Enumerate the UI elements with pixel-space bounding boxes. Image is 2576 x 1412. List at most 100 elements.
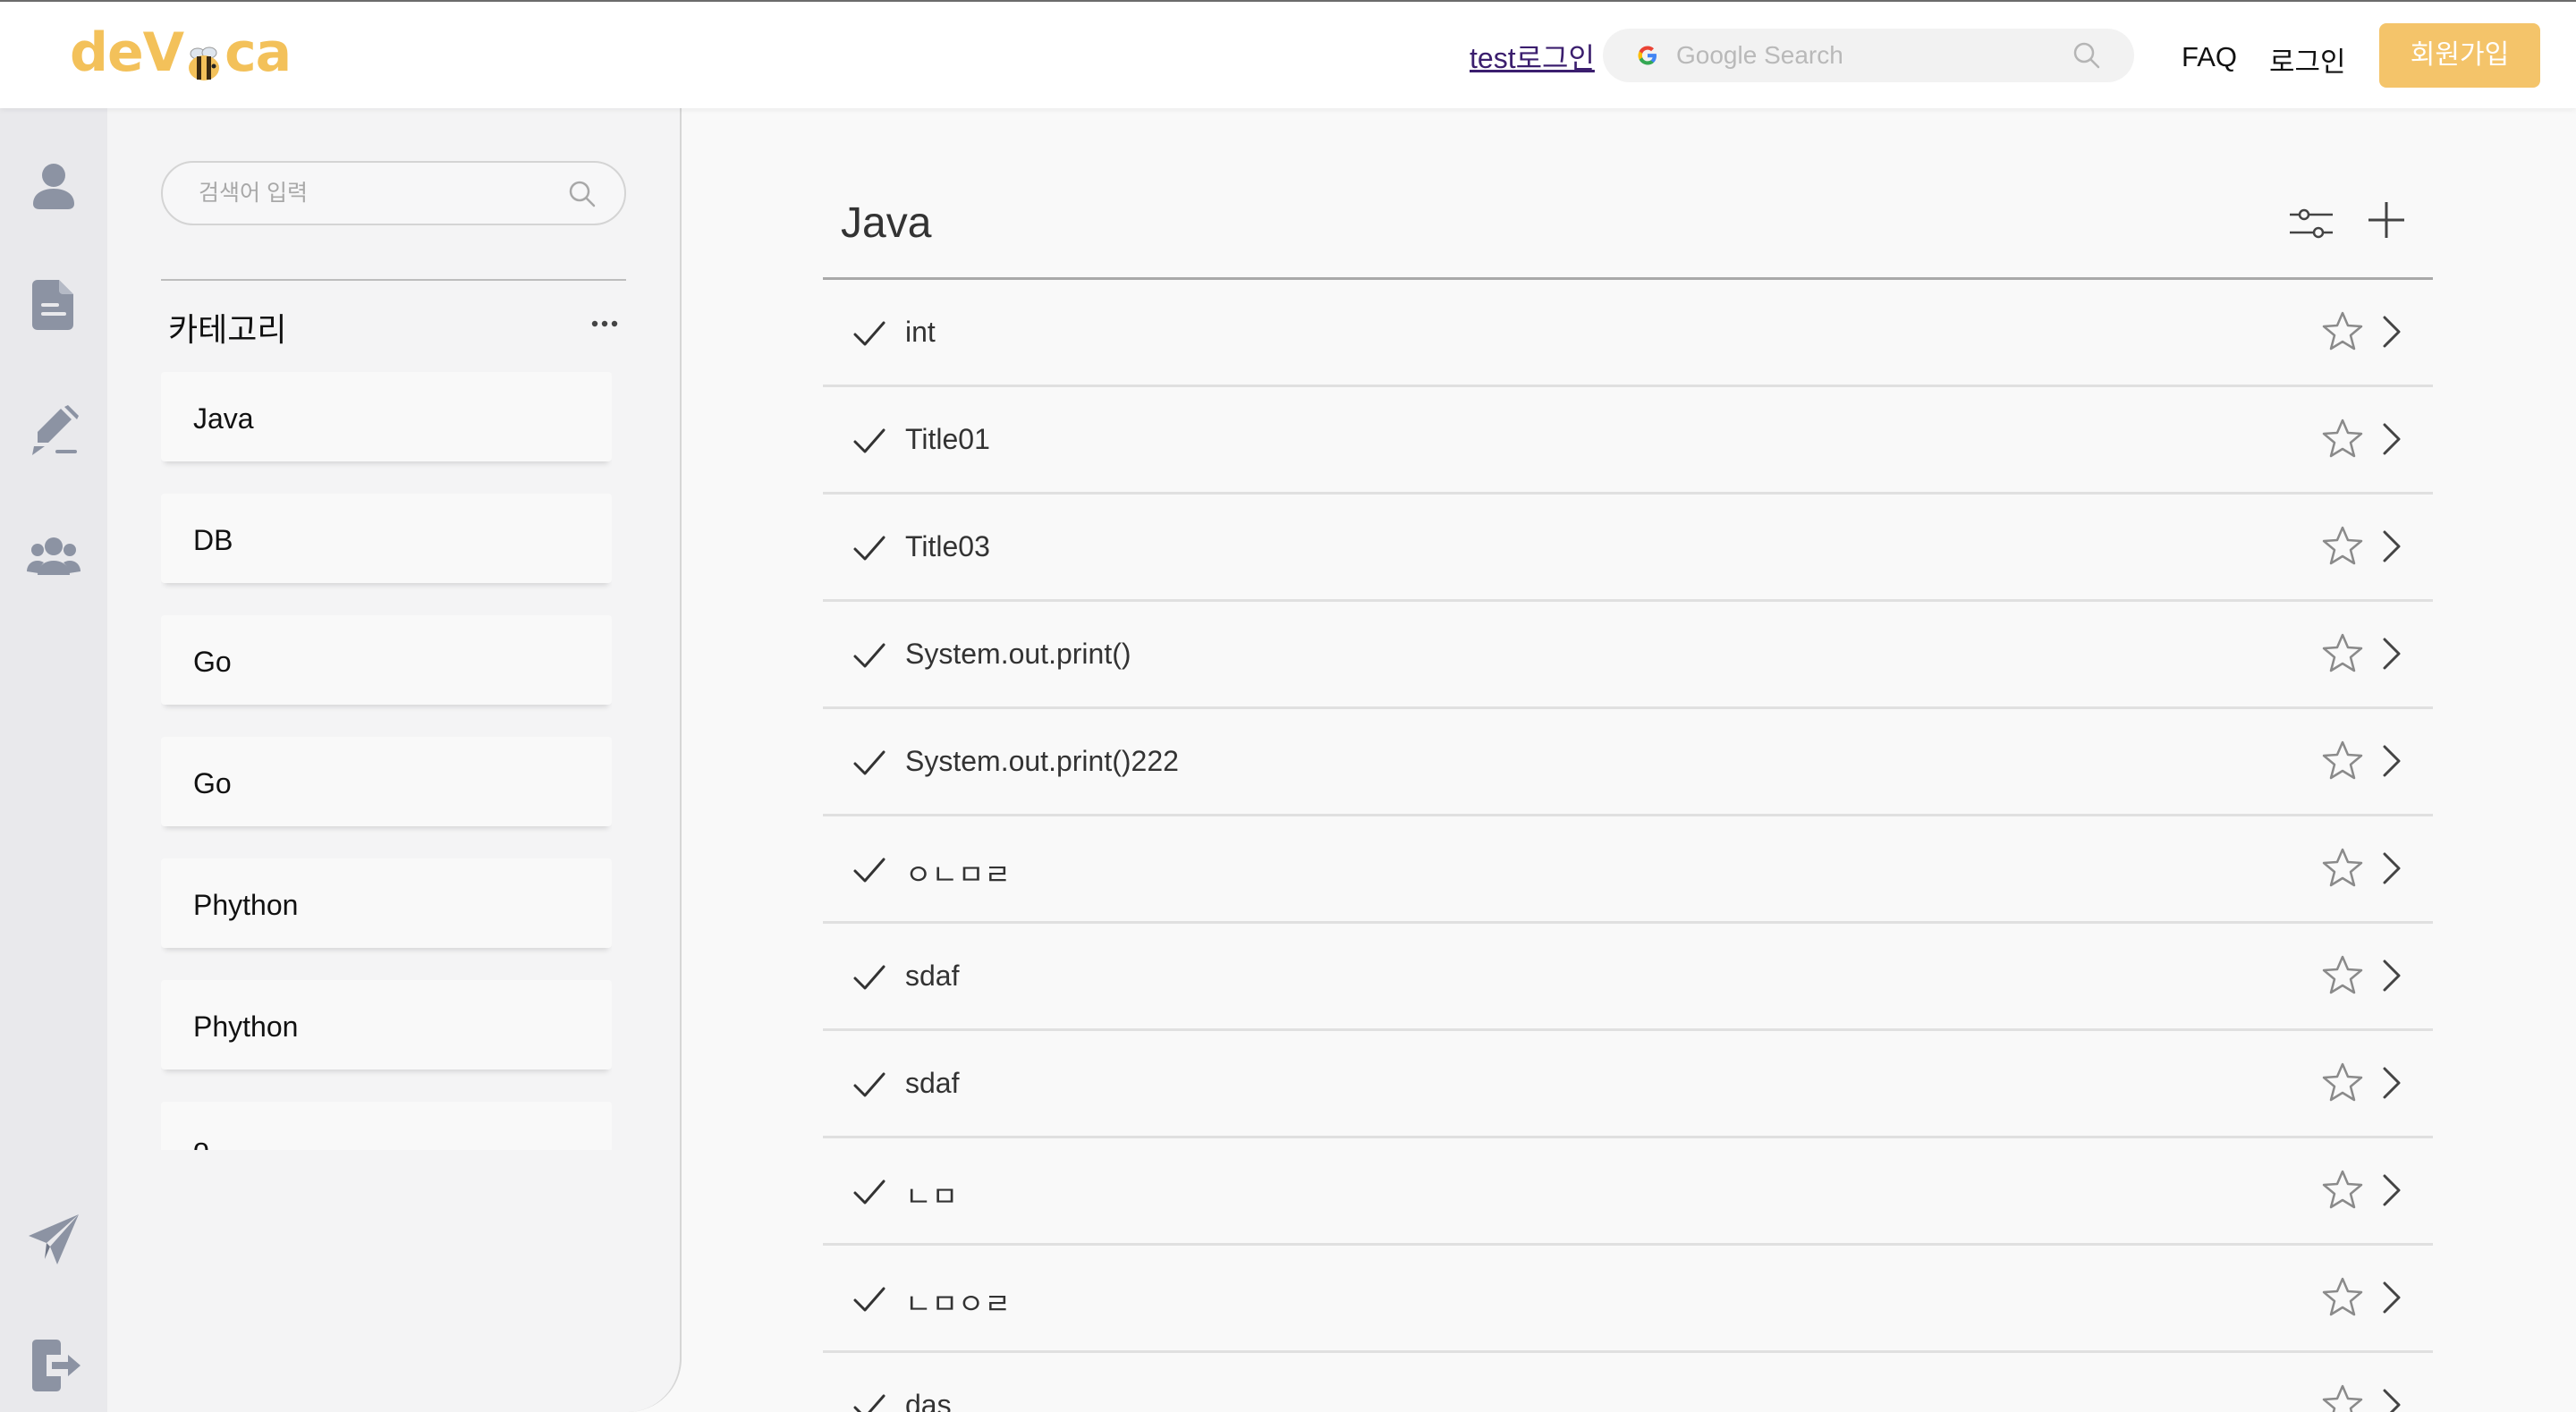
word-row[interactable]: int [823, 280, 2433, 387]
word-row[interactable]: System.out.print() [823, 602, 2433, 709]
word-term: System.out.print()222 [905, 745, 1179, 777]
word-row[interactable]: sdaf [823, 924, 2433, 1031]
devoca-logo[interactable]: deV ca [70, 21, 292, 84]
star-icon[interactable] [2322, 847, 2363, 888]
word-term: sdaf [905, 960, 960, 992]
category-divider [161, 279, 626, 281]
logo-text-left: deV [70, 21, 184, 84]
check-icon[interactable] [852, 1389, 887, 1412]
word-row[interactable]: ㄴㅁㅇㄹ [823, 1246, 2433, 1353]
group-icon[interactable] [25, 528, 82, 586]
category-label: DB [193, 524, 233, 556]
icon-rail [0, 108, 107, 1412]
filter-icon[interactable] [2286, 199, 2336, 249]
word-row[interactable]: das [823, 1353, 2433, 1412]
check-icon[interactable] [852, 423, 887, 459]
word-term: ㅇㄴㅁㄹ [905, 858, 1011, 891]
word-row[interactable]: Title03 [823, 495, 2433, 602]
category-list: Java DB Go Go Phython Phython o [161, 372, 612, 1150]
star-icon[interactable] [2322, 632, 2363, 673]
category-search-input[interactable] [199, 175, 556, 211]
chevron-right-icon[interactable] [2377, 1385, 2406, 1412]
word-row[interactable]: System.out.print()222 [823, 709, 2433, 816]
document-icon[interactable] [25, 276, 82, 334]
signup-button[interactable]: 회원가입 [2379, 23, 2540, 88]
bee-icon [184, 35, 224, 80]
star-icon[interactable] [2322, 525, 2363, 566]
category-item[interactable]: Go [161, 615, 612, 705]
category-label: Go [193, 646, 232, 678]
nav-login-link[interactable]: 로그인 [2269, 39, 2346, 80]
star-icon[interactable] [2322, 1061, 2363, 1103]
user-icon[interactable] [25, 157, 82, 215]
check-icon[interactable] [852, 852, 887, 888]
chevron-right-icon[interactable] [2377, 634, 2406, 673]
category-item[interactable]: Java [161, 372, 612, 461]
google-search-input[interactable] [1676, 36, 2052, 75]
star-icon[interactable] [2322, 740, 2363, 781]
top-header: deV ca test로그인 FAQ 로그인 회원가입 [0, 0, 2576, 108]
word-row[interactable]: ㄴㅁ [823, 1138, 2433, 1246]
page-title: Java [841, 199, 932, 247]
send-icon[interactable] [25, 1211, 82, 1268]
chevron-right-icon[interactable] [2377, 527, 2406, 566]
category-search-bar[interactable] [161, 161, 626, 225]
add-icon[interactable] [2363, 197, 2410, 243]
logo-text-right: ca [225, 21, 292, 84]
google-search-bar[interactable] [1603, 29, 2134, 82]
word-list: int Title01 Title03 System.out.print() S… [823, 280, 2433, 1412]
check-icon[interactable] [852, 316, 887, 351]
check-icon[interactable] [852, 530, 887, 566]
category-item[interactable]: Phython [161, 980, 612, 1070]
star-icon[interactable] [2322, 954, 2363, 995]
category-label: Phython [193, 1010, 299, 1043]
nav-faq-link[interactable]: FAQ [2182, 41, 2237, 73]
star-icon[interactable] [2322, 1276, 2363, 1317]
check-icon[interactable] [852, 1174, 887, 1210]
chevron-right-icon[interactable] [2377, 1278, 2406, 1317]
logout-icon[interactable] [25, 1337, 82, 1394]
check-icon[interactable] [852, 1281, 887, 1317]
chevron-right-icon[interactable] [2377, 1063, 2406, 1103]
word-term: System.out.print() [905, 638, 1131, 670]
word-row[interactable]: ㅇㄴㅁㄹ [823, 816, 2433, 924]
category-label: Phython [193, 889, 299, 921]
word-term: ㄴㅁㅇㄹ [905, 1288, 1011, 1320]
word-term: Title01 [905, 423, 990, 455]
category-item[interactable]: Go [161, 737, 612, 826]
more-options-icon[interactable] [587, 308, 623, 340]
category-item[interactable]: Phython [161, 858, 612, 948]
chevron-right-icon[interactable] [2377, 849, 2406, 888]
check-icon[interactable] [852, 1067, 887, 1103]
check-icon[interactable] [852, 960, 887, 995]
star-icon[interactable] [2322, 310, 2363, 351]
word-term: sdaf [905, 1067, 960, 1099]
word-row[interactable]: sdaf [823, 1031, 2433, 1138]
star-icon[interactable] [2322, 418, 2363, 459]
chevron-right-icon[interactable] [2377, 956, 2406, 995]
chevron-right-icon[interactable] [2377, 1171, 2406, 1210]
word-term: ㄴㅁ [905, 1180, 958, 1213]
category-label: o [193, 1132, 209, 1150]
category-item[interactable]: o [161, 1102, 612, 1150]
chevron-right-icon[interactable] [2377, 312, 2406, 351]
google-icon [1638, 46, 1657, 65]
chevron-right-icon[interactable] [2377, 419, 2406, 459]
word-row[interactable]: Title01 [823, 387, 2433, 495]
star-icon[interactable] [2322, 1169, 2363, 1210]
category-label: Go [193, 767, 232, 799]
search-icon[interactable] [2072, 40, 2102, 71]
search-icon[interactable] [567, 179, 597, 209]
star-icon[interactable] [2322, 1383, 2363, 1412]
word-term: Title03 [905, 530, 990, 562]
word-term: int [905, 316, 936, 348]
category-label: Java [193, 402, 254, 435]
category-title: 카테고리 [168, 311, 287, 348]
check-icon[interactable] [852, 745, 887, 781]
category-item[interactable]: DB [161, 494, 612, 583]
test-login-link[interactable]: test로그인 [1470, 36, 1595, 77]
chevron-right-icon[interactable] [2377, 741, 2406, 781]
edit-icon[interactable] [25, 403, 82, 461]
check-icon[interactable] [852, 638, 887, 673]
word-term: das [905, 1389, 952, 1412]
